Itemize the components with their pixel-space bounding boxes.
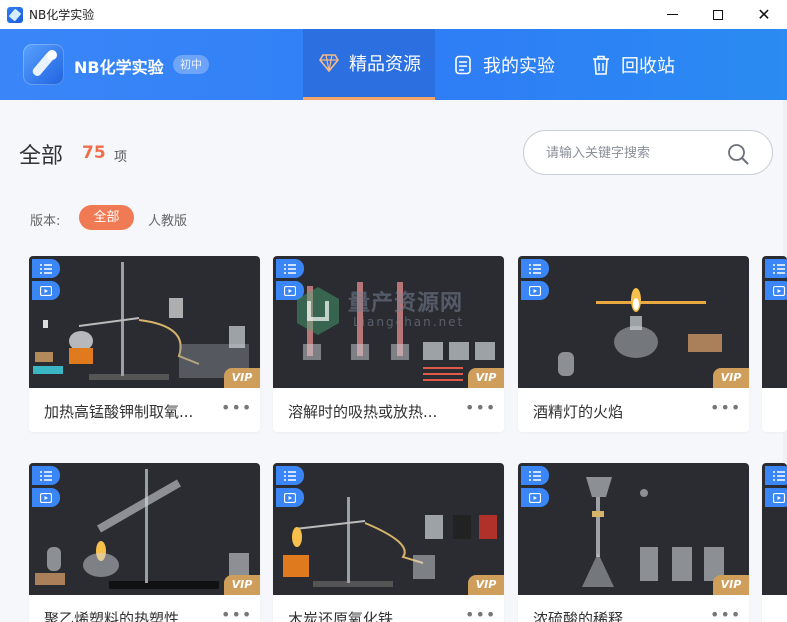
more-options-icon[interactable]: ••• [710,605,741,622]
tab-my-experiments[interactable]: 我的实验 [453,29,573,100]
experiment-title: 溶解时的吸热或放热... [288,403,438,421]
search-box[interactable] [523,130,773,175]
diamond-icon [319,53,339,73]
tab-premium-resources[interactable]: 精品资源 [303,29,435,100]
video-badge [32,281,60,300]
video-badge [521,281,549,300]
list-badge [765,259,787,278]
vip-badge: VIP [468,368,504,388]
edition-label: 版本: [30,214,61,229]
item-count: 75 [82,143,106,163]
more-options-icon[interactable]: ••• [710,398,741,417]
list-badge [276,466,304,485]
experiment-thumbnail[interactable]: VIP [273,463,504,595]
vip-badge: VIP [224,575,260,595]
maximize-icon [713,9,723,20]
watermark: 量产资源网 Liangchan.net [293,285,523,345]
experiment-thumbnail[interactable]: VIP [29,463,260,595]
search-icon[interactable] [727,143,749,165]
search-input[interactable] [546,143,726,163]
list-badge [521,466,549,485]
list-badge [521,259,549,278]
filter-pep-edition[interactable]: 人教版 [148,210,187,229]
minimize-icon [666,14,678,15]
app-header: NB化学实验 初中 精品资源 我的实验 回收站 [0,29,787,100]
experiment-card[interactable]: VIP 木炭还原氧化铁 ••• [273,463,504,622]
tab-label: 精品资源 [349,54,421,75]
experiment-card[interactable]: VIP 加热高锰酸钾制取氧... ••• [29,256,260,432]
brand-name: NB化学实验 [74,58,164,77]
tab-label: 回收站 [621,55,675,77]
experiment-card[interactable]: VIP 酒精灯的火焰 ••• [518,256,749,432]
list-badge [32,259,60,278]
experiment-card[interactable] [762,256,787,432]
vip-badge: VIP [713,368,749,388]
maximize-button[interactable] [695,0,741,29]
list-badge [276,259,304,278]
list-badge [765,466,787,485]
experiment-title: 加热高锰酸钾制取氧... [44,403,194,421]
video-badge [276,488,304,507]
video-badge [521,488,549,507]
experiment-thumbnail[interactable]: VIP [518,256,749,388]
experiment-card[interactable]: VIP 浓硫酸的稀释 ••• [518,463,749,622]
experiment-thumbnail[interactable] [762,256,787,388]
more-options-icon[interactable]: ••• [465,605,496,622]
more-options-icon[interactable]: ••• [221,398,252,417]
close-button[interactable]: ✕ [741,0,787,29]
video-badge [765,281,787,300]
tab-recycle-bin[interactable]: 回收站 [591,29,701,100]
experiment-title: 聚乙烯塑料的热塑性 [44,610,180,622]
vip-badge: VIP [713,575,749,595]
window-title: NB化学实验 [29,8,95,22]
experiment-card[interactable] [762,463,787,622]
minimize-button[interactable] [649,0,695,29]
video-badge [765,488,787,507]
video-badge [32,488,60,507]
watermark-text: 量产资源网 [348,291,464,316]
list-badge [32,466,60,485]
notebook-icon [453,55,473,75]
tab-label: 我的实验 [483,55,555,77]
more-options-icon[interactable]: ••• [221,605,252,622]
app-logo [23,44,64,85]
experiment-thumbnail[interactable] [762,463,787,595]
experiment-thumbnail[interactable]: VIP [518,463,749,595]
experiment-thumbnail[interactable]: VIP [29,256,260,388]
title-bar: NB化学实验 ✕ [0,0,787,29]
experiment-title: 酒精灯的火焰 [533,403,624,421]
item-count-unit: 项 [114,150,128,165]
close-icon: ✕ [757,4,771,24]
page-title: 全部 [19,144,64,169]
grade-badge[interactable]: 初中 [173,55,209,74]
app-icon [7,6,23,23]
trash-icon [591,55,611,75]
more-options-icon[interactable]: ••• [465,398,496,417]
watermark-logo-icon [297,287,339,335]
experiment-card[interactable]: VIP 聚乙烯塑料的热塑性 ••• [29,463,260,622]
experiment-title: 木炭还原氧化铁 [288,610,394,622]
vip-badge: VIP [468,575,504,595]
watermark-subtext: Liangchan.net [353,315,465,329]
experiment-title: 浓硫酸的稀释 [533,610,624,622]
filter-all[interactable]: 全部 [79,205,134,230]
vip-badge: VIP [224,368,260,388]
